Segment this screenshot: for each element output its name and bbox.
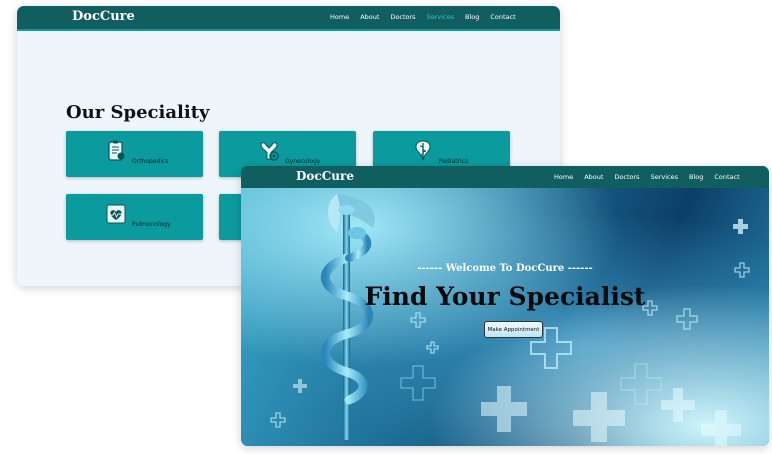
clipboard-icon xyxy=(108,140,125,161)
hero-welcome-text: ------ Welcome To DocCure ------ xyxy=(417,263,593,274)
nav-link-home[interactable]: Home xyxy=(554,173,573,181)
nav-link-doctors[interactable]: Doctors xyxy=(390,13,415,21)
card-label: Orthopedics xyxy=(132,158,169,165)
nav-link-contact[interactable]: Contact xyxy=(490,13,515,21)
nav-link-contact[interactable]: Contact xyxy=(714,173,739,181)
nav-link-blog[interactable]: Blog xyxy=(465,13,479,21)
lungs-heart-icon xyxy=(106,204,126,224)
nav-link-about[interactable]: About xyxy=(360,13,379,21)
caduceus-icon xyxy=(320,194,375,440)
nav-link-blog[interactable]: Blog xyxy=(689,173,703,181)
brand-logo[interactable]: DocCure xyxy=(296,169,354,183)
uterus-icon xyxy=(260,142,279,161)
hero-window: DocCure Home About Doctors Services Blog… xyxy=(241,166,769,446)
nav-link-about[interactable]: About xyxy=(584,173,603,181)
section-title: Our Speciality xyxy=(66,102,210,123)
speciality-card-pulmonology[interactable]: Pulmonology xyxy=(66,194,203,240)
nav-menu: Home About Doctors Services Blog Contact xyxy=(554,173,751,181)
card-label: Gynecology xyxy=(285,158,321,165)
speciality-card-orthopedics[interactable]: Orthopedics xyxy=(66,131,203,177)
nav-link-doctors[interactable]: Doctors xyxy=(614,173,639,181)
nav-link-home[interactable]: Home xyxy=(330,13,349,21)
nav-menu: Home About Doctors Services Blog Contact xyxy=(330,13,527,21)
hero-illustration xyxy=(270,194,750,446)
top-navbar: DocCure Home About Doctors Services Blog… xyxy=(241,166,769,188)
card-label: Pulmonology xyxy=(132,221,171,228)
brand-logo[interactable]: DocCure xyxy=(72,9,135,24)
card-label: Pediatrics xyxy=(439,158,469,165)
top-navbar: DocCure Home About Doctors Services Blog… xyxy=(17,6,560,31)
make-appointment-button[interactable]: Make Appointment xyxy=(484,321,543,338)
nav-link-services[interactable]: Services xyxy=(427,13,454,21)
nav-link-services[interactable]: Services xyxy=(651,173,678,181)
caduceus-icon xyxy=(415,140,431,161)
hero-headline: Find Your Specialist xyxy=(364,282,646,311)
